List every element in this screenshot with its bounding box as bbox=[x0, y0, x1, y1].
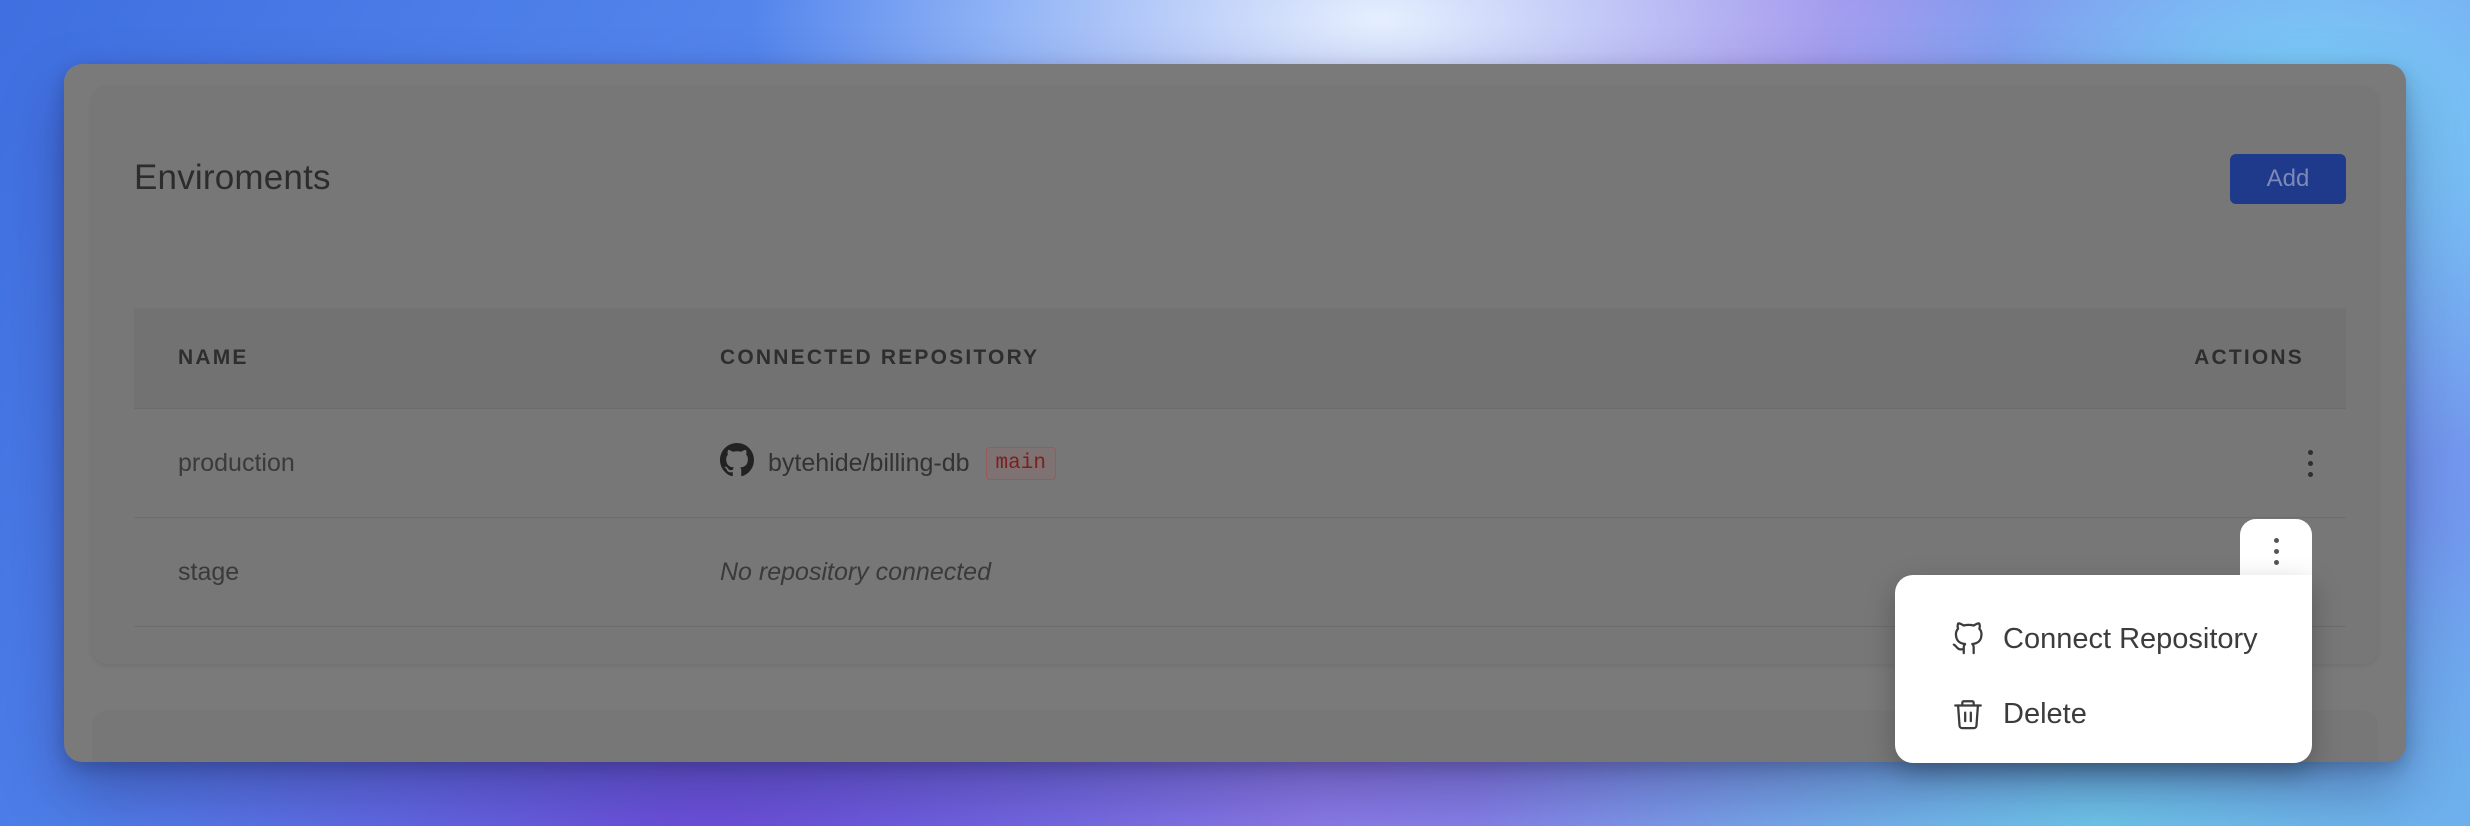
dot bbox=[2307, 471, 2313, 477]
github-icon bbox=[720, 442, 754, 484]
add-environment-button[interactable]: Add bbox=[2230, 154, 2346, 204]
table-header: NAME CONNECTED REPOSITORY ACTIONS bbox=[134, 308, 2346, 409]
dot bbox=[2273, 537, 2279, 543]
row-actions-button[interactable] bbox=[2300, 443, 2320, 483]
branch-badge: main bbox=[985, 446, 1056, 480]
environment-name: production bbox=[178, 449, 295, 477]
trash-icon bbox=[1951, 696, 1985, 732]
row-actions-button-active[interactable] bbox=[2240, 519, 2312, 583]
table-row: production bytehide/billing-db main bbox=[134, 409, 2346, 518]
dot bbox=[2273, 548, 2279, 554]
dot bbox=[2273, 559, 2279, 565]
menu-item-connect-repository[interactable]: Connect Repository bbox=[1951, 615, 2258, 663]
connected-repository: No repository connected bbox=[720, 518, 991, 626]
column-header-actions: ACTIONS bbox=[2194, 346, 2304, 369]
menu-item-delete[interactable]: Delete bbox=[1951, 690, 2087, 738]
menu-item-label: Connect Repository bbox=[2003, 622, 2258, 655]
environment-name: stage bbox=[178, 558, 240, 586]
dot bbox=[2307, 449, 2313, 455]
no-repository-text: No repository connected bbox=[720, 557, 991, 586]
dot bbox=[2307, 460, 2313, 466]
column-header-repository: CONNECTED REPOSITORY bbox=[720, 346, 1040, 369]
row-actions-menu: Connect Repository Delete bbox=[1895, 575, 2312, 763]
menu-item-label: Delete bbox=[2003, 697, 2087, 730]
connected-repository: bytehide/billing-db main bbox=[720, 409, 1056, 517]
github-outline-icon bbox=[1951, 621, 1985, 657]
page-title: Enviroments bbox=[134, 158, 331, 197]
column-header-name: NAME bbox=[178, 346, 249, 369]
repository-link[interactable]: bytehide/billing-db bbox=[768, 449, 970, 478]
